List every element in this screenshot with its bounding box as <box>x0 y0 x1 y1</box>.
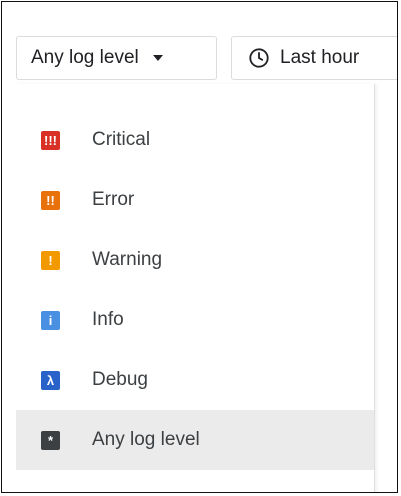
menu-item-label: Info <box>92 309 124 330</box>
clock-icon <box>249 48 269 68</box>
log-level-dropdown[interactable]: Any log level <box>16 36 217 80</box>
menu-item-label: Warning <box>92 249 163 270</box>
menu-item-critical[interactable]: !!! Critical <box>16 110 374 170</box>
caret-down-icon <box>152 55 163 61</box>
log-level-options: !!! Critical !! Error ! Warning i Info λ… <box>16 110 374 470</box>
menu-item-label: Any log level <box>92 429 200 450</box>
screenshot-frame: Any log level Last hour !!! Critical !! … <box>1 1 398 493</box>
toolbar: Any log level Last hour <box>16 36 397 80</box>
log-level-menu: !!! Critical !! Error ! Warning i Info λ… <box>16 84 375 492</box>
menu-item-warning[interactable]: ! Warning <box>16 230 374 290</box>
menu-item-info[interactable]: i Info <box>16 290 374 350</box>
menu-item-label: Debug <box>92 369 148 390</box>
menu-item-label: Critical <box>92 129 151 150</box>
menu-item-error[interactable]: !! Error <box>16 170 374 230</box>
menu-item-any-level[interactable]: * Any log level <box>16 410 374 470</box>
debug-icon: λ <box>41 370 60 390</box>
warning-icon: ! <box>41 250 60 270</box>
any-level-icon: * <box>41 430 60 450</box>
info-icon: i <box>41 310 60 330</box>
error-icon: !! <box>41 190 60 210</box>
time-range-button[interactable]: Last hour <box>231 36 397 80</box>
menu-item-label: Error <box>92 189 135 210</box>
critical-icon: !!! <box>41 130 60 150</box>
time-range-label: Last hour <box>280 47 360 68</box>
log-level-dropdown-label: Any log level <box>31 47 139 68</box>
menu-item-debug[interactable]: λ Debug <box>16 350 374 410</box>
